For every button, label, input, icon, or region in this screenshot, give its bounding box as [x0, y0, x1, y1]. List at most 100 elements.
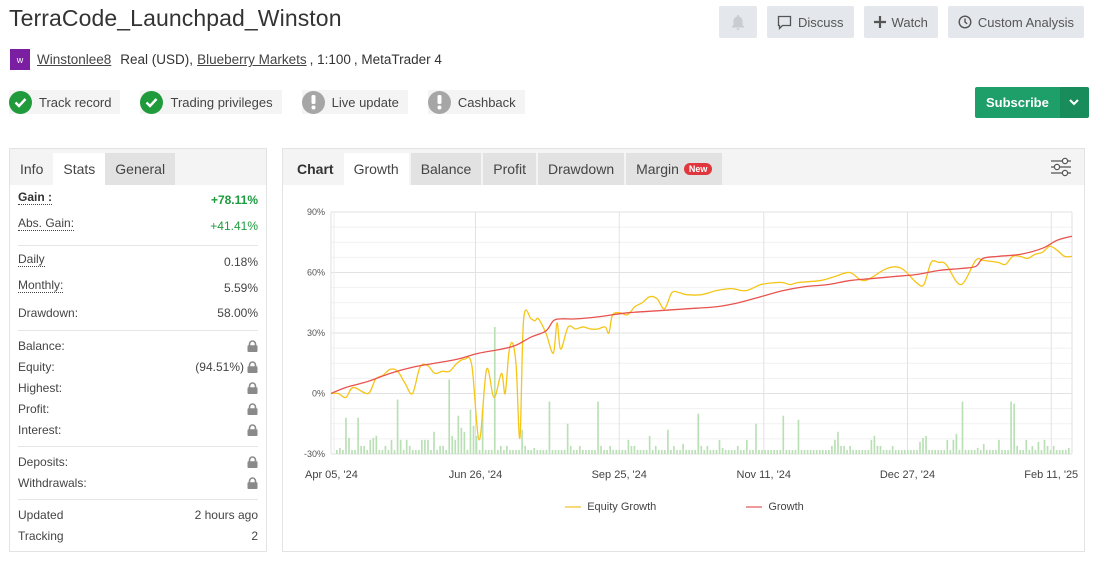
broker-link[interactable]: Blueberry Markets	[197, 52, 307, 67]
volume-bar	[348, 437, 350, 454]
volume-bar	[742, 449, 745, 454]
volume-bar	[843, 445, 845, 454]
volume-bar	[998, 439, 1000, 454]
stat-label: Tracking	[18, 528, 64, 543]
discuss-button[interactable]: Discuss	[767, 6, 854, 38]
legend-swatch	[746, 506, 763, 508]
chevron-down-icon	[1069, 99, 1080, 106]
stat-balance: Balance:	[18, 335, 258, 356]
tab-general[interactable]: General	[105, 153, 176, 185]
stat-gain: Gain : +78.11%	[18, 187, 258, 213]
lock-icon	[247, 402, 258, 415]
volume-bar	[469, 409, 472, 454]
stat-daily: Daily 0.18%	[18, 249, 258, 275]
volume-bar	[861, 449, 864, 454]
volume-bar	[578, 445, 581, 454]
stat-value	[244, 476, 258, 489]
stat-label[interactable]: Abs. Gain:	[18, 216, 75, 231]
volume-bar	[867, 449, 870, 454]
volume-bar	[703, 449, 706, 454]
volume-bar	[973, 449, 976, 454]
tab-drawdown[interactable]: Drawdown	[537, 153, 625, 185]
y-tick-label: 60%	[307, 268, 325, 278]
volume-bar	[503, 449, 505, 454]
verification-badges: Track record Trading privileges Live upd…	[9, 90, 525, 114]
badge-trading-privileges[interactable]: Trading privileges	[140, 90, 282, 114]
legend-growth[interactable]: Growth	[746, 501, 804, 513]
volume-bar	[928, 449, 930, 454]
volume-bar	[384, 445, 387, 454]
volume-bar	[803, 449, 806, 454]
tab-balance[interactable]: Balance	[410, 153, 482, 185]
volume-bar	[888, 449, 891, 454]
volume-bar	[575, 449, 578, 454]
volume-bar	[345, 417, 347, 454]
volume-bar	[809, 449, 812, 454]
stat-monthly: Monthly: 5.59%	[18, 275, 258, 301]
volume-bar	[685, 449, 687, 454]
stat-label[interactable]: Gain :	[18, 190, 53, 205]
volume-bar	[1055, 449, 1058, 454]
subscribe-button[interactable]: Subscribe	[975, 87, 1060, 118]
volume-bar	[967, 449, 970, 454]
volume-bar	[615, 449, 618, 454]
volume-bar	[621, 449, 624, 454]
volume-bar	[730, 449, 733, 454]
custom-analysis-button[interactable]: Custom Analysis	[947, 6, 1084, 38]
tab-profit[interactable]: Profit	[483, 153, 536, 185]
volume-bar	[749, 449, 751, 454]
subscribe-dropdown-button[interactable]	[1059, 87, 1089, 118]
volume-bar	[688, 449, 690, 454]
stat-label[interactable]: Daily	[18, 252, 45, 267]
stat-value: 58.00%	[217, 305, 258, 320]
legend-equity-growth[interactable]: Equity Growth	[565, 501, 656, 513]
stat-label[interactable]: Monthly:	[18, 278, 64, 293]
notifications-button[interactable]	[719, 6, 758, 38]
volume-bar	[682, 443, 684, 454]
stats-panel: Info Stats General Gain : +78.11% Abs. G…	[9, 148, 267, 552]
volume-bar	[855, 449, 858, 454]
volume-bar	[530, 449, 533, 454]
username-link[interactable]: Winstonlee8	[37, 52, 111, 67]
volume-bar	[806, 449, 809, 454]
volume-bar	[542, 449, 545, 454]
volume-bar	[466, 449, 469, 454]
volume-bar	[463, 431, 466, 454]
tab-info[interactable]: Info	[10, 153, 53, 185]
stat-highest: Highest:	[18, 377, 258, 398]
badge-track-record[interactable]: Track record	[9, 90, 121, 114]
volume-bar	[715, 449, 718, 454]
tab-stats[interactable]: Stats	[53, 153, 106, 185]
volume-bar	[782, 415, 785, 454]
stat-drawdown: Drawdown: 58.00%	[18, 301, 258, 324]
volume-bar	[700, 445, 703, 454]
stat-label: Balance:	[18, 338, 65, 353]
settings-sliders-icon[interactable]	[1050, 157, 1072, 177]
stat-value	[244, 402, 258, 415]
volume-bar	[667, 429, 669, 454]
growth-chart[interactable]: 90% 60% 30% 0% -30% Apr 05, '24 Jun 26, '24 Sep…	[283, 186, 1086, 496]
volume-bar	[430, 449, 432, 454]
volume-bar	[870, 439, 873, 454]
volume-bar	[794, 449, 797, 454]
volume-bar	[408, 445, 411, 454]
badge-cashback[interactable]: Cashback	[427, 90, 525, 114]
volume-bar	[864, 449, 867, 454]
volume-bar	[487, 449, 490, 454]
badge-live-update[interactable]: Live update	[301, 90, 408, 114]
volume-bar	[791, 449, 794, 454]
volume-bar	[1052, 445, 1055, 454]
volume-bar	[336, 449, 338, 454]
tab-margin[interactable]: Margin New	[626, 153, 723, 185]
volume-bar	[654, 445, 657, 454]
volume-bar	[566, 423, 569, 454]
volume-bar	[454, 439, 457, 454]
tab-growth[interactable]: Growth	[343, 153, 409, 185]
subscribe-button-group: Subscribe	[975, 87, 1089, 118]
volume-bar	[630, 445, 633, 454]
watch-button[interactable]: Watch	[863, 6, 938, 38]
volume-bar	[925, 435, 927, 454]
volume-bar	[363, 445, 366, 454]
stat-label: Profit:	[18, 401, 50, 416]
volume-bar	[1007, 449, 1009, 454]
